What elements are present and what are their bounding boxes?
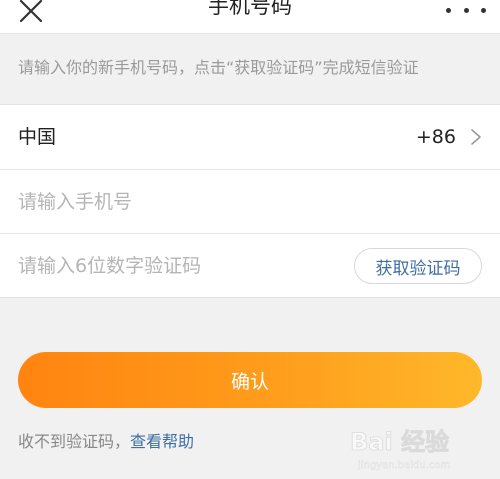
confirm-button[interactable]: 确认 bbox=[18, 352, 482, 408]
more-icon-dot bbox=[463, 7, 469, 13]
more-icon-dot bbox=[481, 7, 486, 13]
country-name: 中国 bbox=[18, 126, 57, 148]
baidu-watermark: Bai 经验 jingyan.baidu.com bbox=[350, 428, 451, 472]
country-code: +86 bbox=[415, 126, 456, 148]
instruction-hint: 请输入你的新手机号码，点击“获取验证码”完成短信验证 bbox=[18, 58, 419, 77]
more-icon bbox=[446, 7, 451, 13]
watermark-text: Bai 经验 bbox=[350, 428, 449, 456]
help-link[interactable]: 查看帮助 bbox=[130, 432, 194, 451]
chevron-right-icon bbox=[471, 129, 481, 145]
phone-input[interactable] bbox=[18, 170, 338, 234]
phone-row bbox=[0, 169, 500, 234]
verification-code-input[interactable] bbox=[18, 234, 318, 298]
watermark-sub: jingyan.baidu.com bbox=[357, 460, 450, 471]
top-bar: 手机号码 bbox=[0, 0, 500, 34]
phone-form: 中国 +86 获取验证码 bbox=[0, 104, 500, 298]
more-button[interactable] bbox=[446, 0, 486, 22]
get-code-button[interactable]: 获取验证码 bbox=[354, 248, 482, 284]
help-line: 收不到验证码，查看帮助 bbox=[18, 428, 194, 456]
verify-row: 获取验证码 bbox=[0, 233, 500, 298]
help-text: 收不到验证码， bbox=[18, 432, 131, 451]
page-title: 手机号码 bbox=[208, 0, 292, 18]
country-selector[interactable]: 中国 +86 bbox=[0, 105, 500, 169]
